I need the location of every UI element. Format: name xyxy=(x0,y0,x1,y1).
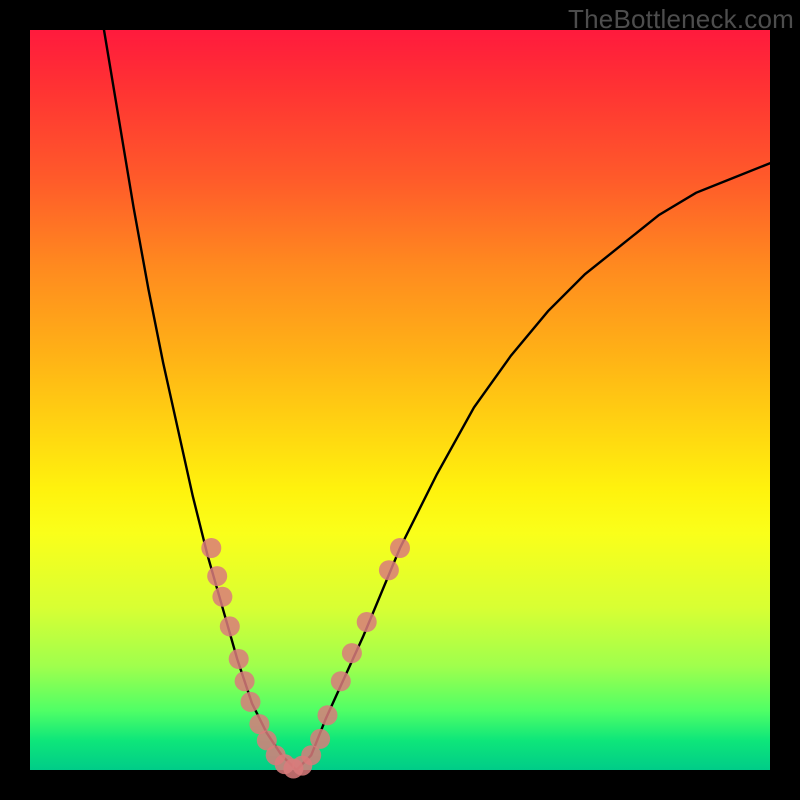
data-marker xyxy=(318,705,338,725)
curve-layer xyxy=(104,30,770,770)
data-marker xyxy=(220,616,240,636)
data-marker xyxy=(201,538,221,558)
bottleneck-curve xyxy=(104,30,770,770)
data-marker xyxy=(310,729,330,749)
plot-area xyxy=(30,30,770,770)
chart-svg xyxy=(30,30,770,770)
chart-frame: TheBottleneck.com xyxy=(0,0,800,800)
data-marker xyxy=(342,643,362,663)
data-marker xyxy=(229,649,249,669)
data-marker xyxy=(241,692,261,712)
marker-layer xyxy=(201,538,410,779)
data-marker xyxy=(379,560,399,580)
data-marker xyxy=(212,587,232,607)
data-marker xyxy=(235,671,255,691)
data-marker xyxy=(357,612,377,632)
data-marker xyxy=(390,538,410,558)
data-marker xyxy=(207,566,227,586)
data-marker xyxy=(331,671,351,691)
